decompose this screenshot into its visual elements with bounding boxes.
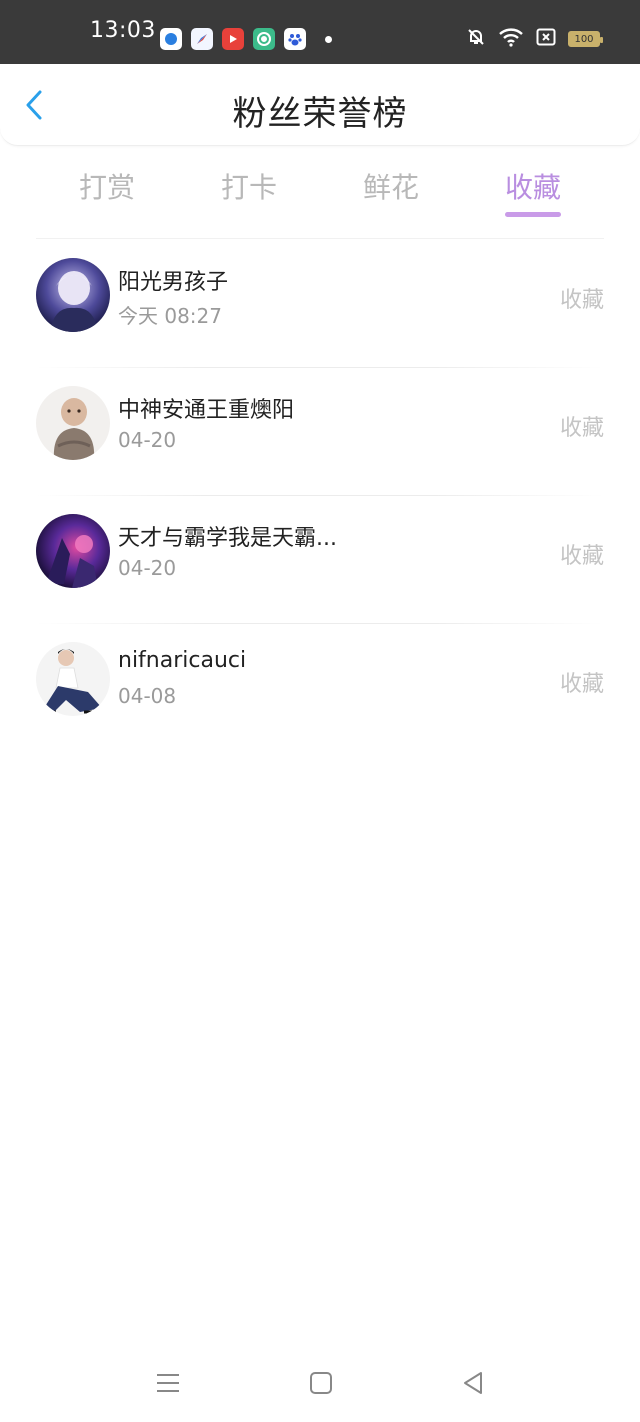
action-type: 收藏 (559, 672, 604, 697)
action-type: 收藏 (559, 416, 604, 441)
wifi-icon (498, 27, 524, 51)
fan-date: 04-08 (118, 684, 177, 708)
home-button[interactable] (306, 1368, 336, 1398)
fan-date: 今天 08:27 (118, 304, 222, 328)
fan-name: 中神安通王重燠阳 (118, 398, 295, 423)
more-notifications-dot (325, 36, 332, 43)
home-square-icon (310, 1372, 332, 1394)
back-nav-button[interactable] (459, 1368, 489, 1398)
fan-date: 04-20 (118, 428, 177, 452)
avatar[interactable] (36, 258, 110, 332)
tab-bar: 打赏 打卡 鲜花 收藏 (0, 146, 640, 239)
menu-button[interactable] (153, 1368, 183, 1398)
fan-name: 阳光男孩子 (118, 270, 229, 295)
compass-app-icon (191, 28, 213, 50)
header: 粉丝荣誉榜 (0, 64, 640, 146)
list-item[interactable]: 天才与霸学我是天霸... 04-20 收藏 (0, 496, 640, 624)
tab-favorites[interactable]: 收藏 (493, 166, 573, 206)
fan-name: 天才与霸学我是天霸... (118, 526, 337, 551)
avatar[interactable] (36, 642, 110, 716)
fan-name: nifnaricauci (118, 648, 247, 673)
action-type: 收藏 (559, 544, 604, 569)
tab-flowers[interactable]: 鲜花 (351, 166, 431, 206)
menu-icon (157, 1374, 179, 1392)
avatar[interactable] (36, 514, 110, 588)
system-nav-bar (0, 1342, 640, 1422)
fan-list: 阳光男孩子 今天 08:27 收藏 中神安通王重燠阳 04-20 收藏 天才与霸… (0, 240, 640, 752)
system-status-icons: 100 (466, 27, 603, 51)
status-time: 13:03 (90, 18, 156, 43)
fan-date: 04-20 (118, 556, 177, 580)
active-tab-indicator (505, 212, 561, 217)
video-app-icon (222, 28, 244, 50)
sim-icon (536, 28, 556, 50)
baidu-app-icon (284, 28, 306, 50)
list-item[interactable]: 中神安通王重燠阳 04-20 收藏 (0, 368, 640, 496)
battery-icon: 100 (568, 31, 603, 47)
tabs-divider (36, 238, 604, 239)
back-triangle-icon (464, 1372, 482, 1394)
tab-checkin[interactable]: 打卡 (209, 166, 289, 206)
list-item[interactable]: 阳光男孩子 今天 08:27 收藏 (0, 240, 640, 368)
status-bar: 13:03 100 (0, 0, 640, 64)
notification-icons (160, 28, 306, 50)
list-item[interactable]: nifnaricauci 04-08 收藏 (0, 624, 640, 752)
notification-app-icon (160, 28, 182, 50)
avatar[interactable] (36, 386, 110, 460)
action-type: 收藏 (559, 288, 604, 313)
bell-muted-icon (466, 27, 486, 51)
tab-reward[interactable]: 打赏 (67, 166, 147, 206)
sync-app-icon (253, 28, 275, 50)
page-title: 粉丝荣誉榜 (232, 94, 408, 134)
